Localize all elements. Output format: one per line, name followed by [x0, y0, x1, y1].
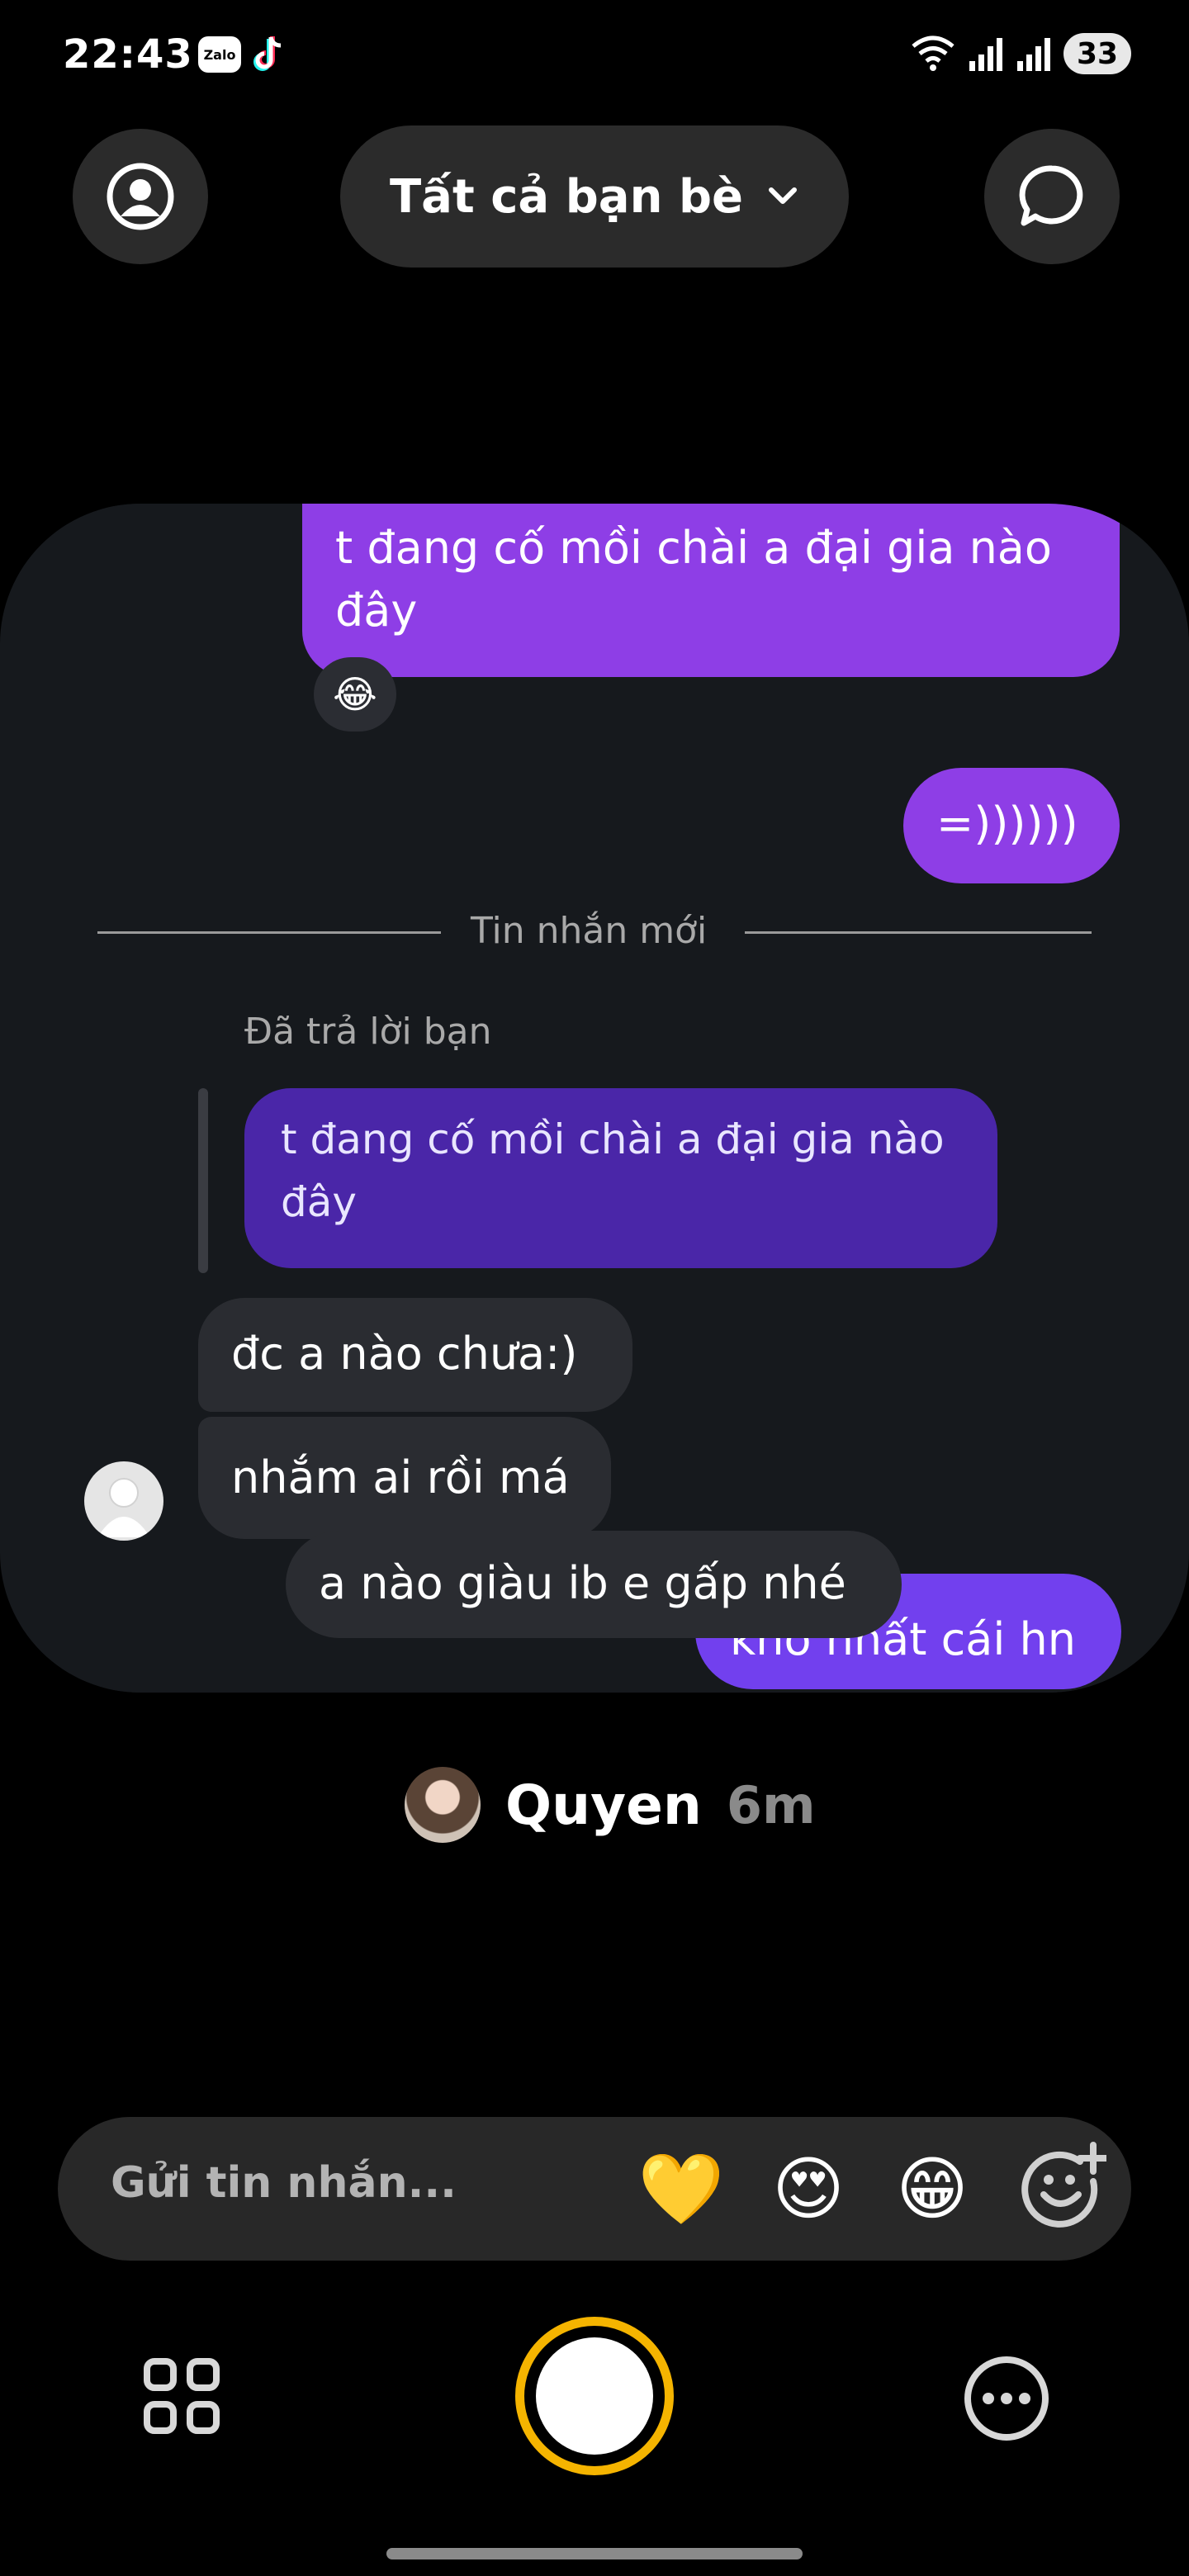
signal-icon-2	[1017, 38, 1050, 71]
author-name: Quyen	[505, 1773, 702, 1837]
conversation-card: t đang cố mồi chài a đại gia nào đây 😂 =…	[0, 504, 1189, 1693]
shutter-inner	[536, 2337, 653, 2455]
reaction-heart-button[interactable]: 💛	[636, 2143, 727, 2234]
their-message-bubble[interactable]: a nào giàu ib e gấp nhé	[286, 1531, 902, 1638]
camera-shutter-button[interactable]	[515, 2317, 674, 2475]
zalo-icon: Zalo	[198, 36, 241, 73]
profile-icon	[107, 163, 174, 230]
author-avatar[interactable]	[405, 1767, 481, 1843]
profile-button[interactable]	[73, 129, 208, 264]
messages-button[interactable]	[984, 129, 1120, 264]
their-message-bubble[interactable]: đc a nào chưa:)	[198, 1298, 632, 1412]
battery-indicator: 33	[1063, 33, 1131, 74]
signal-icon	[969, 38, 1002, 71]
status-app-icons: Zalo	[198, 33, 287, 76]
reaction-grin-button[interactable]: 😁	[887, 2143, 978, 2234]
chat-bubble-icon	[1019, 165, 1083, 226]
post-time: 6m	[726, 1774, 816, 1835]
divider-line-right	[745, 931, 1092, 934]
chevron-down-icon	[769, 187, 798, 204]
their-message-bubble[interactable]: nhắm ai rồi má	[198, 1417, 611, 1539]
more-options-button[interactable]	[961, 2353, 1052, 2444]
add-emoji-button[interactable]	[1016, 2140, 1110, 2231]
sender-avatar[interactable]	[84, 1461, 163, 1541]
message-bar: Gửi tin nhắn... 💛 😍 😁	[58, 2117, 1131, 2261]
reaction-heart-eyes-button[interactable]: 😍	[763, 2143, 854, 2234]
wifi-icon	[912, 36, 955, 71]
conversation-content: t đang cố mồi chài a đại gia nào đây 😂 =…	[41, 504, 1148, 1693]
status-time: 22:43	[63, 31, 193, 78]
add-emoji-icon	[1021, 2142, 1110, 2228]
tiktok-icon	[253, 36, 282, 71]
quoted-message[interactable]: t đang cố mồi chài a đại gia nào đây	[244, 1088, 997, 1268]
default-avatar-icon	[97, 1478, 150, 1537]
home-indicator[interactable]	[386, 2548, 803, 2559]
reply-label: Đã trả lời bạn	[244, 1011, 492, 1053]
new-messages-divider: Tin nhắn mới	[471, 910, 708, 952]
my-message-bubble[interactable]: t đang cố mồi chài a đại gia nào đây	[302, 504, 1120, 677]
message-reaction[interactable]: 😂	[314, 657, 396, 732]
message-input[interactable]: Gửi tin nhắn...	[111, 2158, 457, 2208]
status-right-icons: 33	[910, 33, 1131, 74]
grid-icon	[144, 2358, 220, 2434]
friends-filter-label: Tất cả bạn bè	[389, 169, 744, 224]
my-message-bubble[interactable]: =))))))	[903, 768, 1120, 883]
quote-bar	[198, 1088, 208, 1273]
gallery-button[interactable]	[140, 2355, 223, 2437]
divider-line-left	[97, 931, 441, 934]
friends-filter-dropdown[interactable]: Tất cả bạn bè	[340, 125, 849, 268]
more-icon	[964, 2356, 1049, 2441]
post-author[interactable]: Quyen 6m	[405, 1767, 816, 1843]
